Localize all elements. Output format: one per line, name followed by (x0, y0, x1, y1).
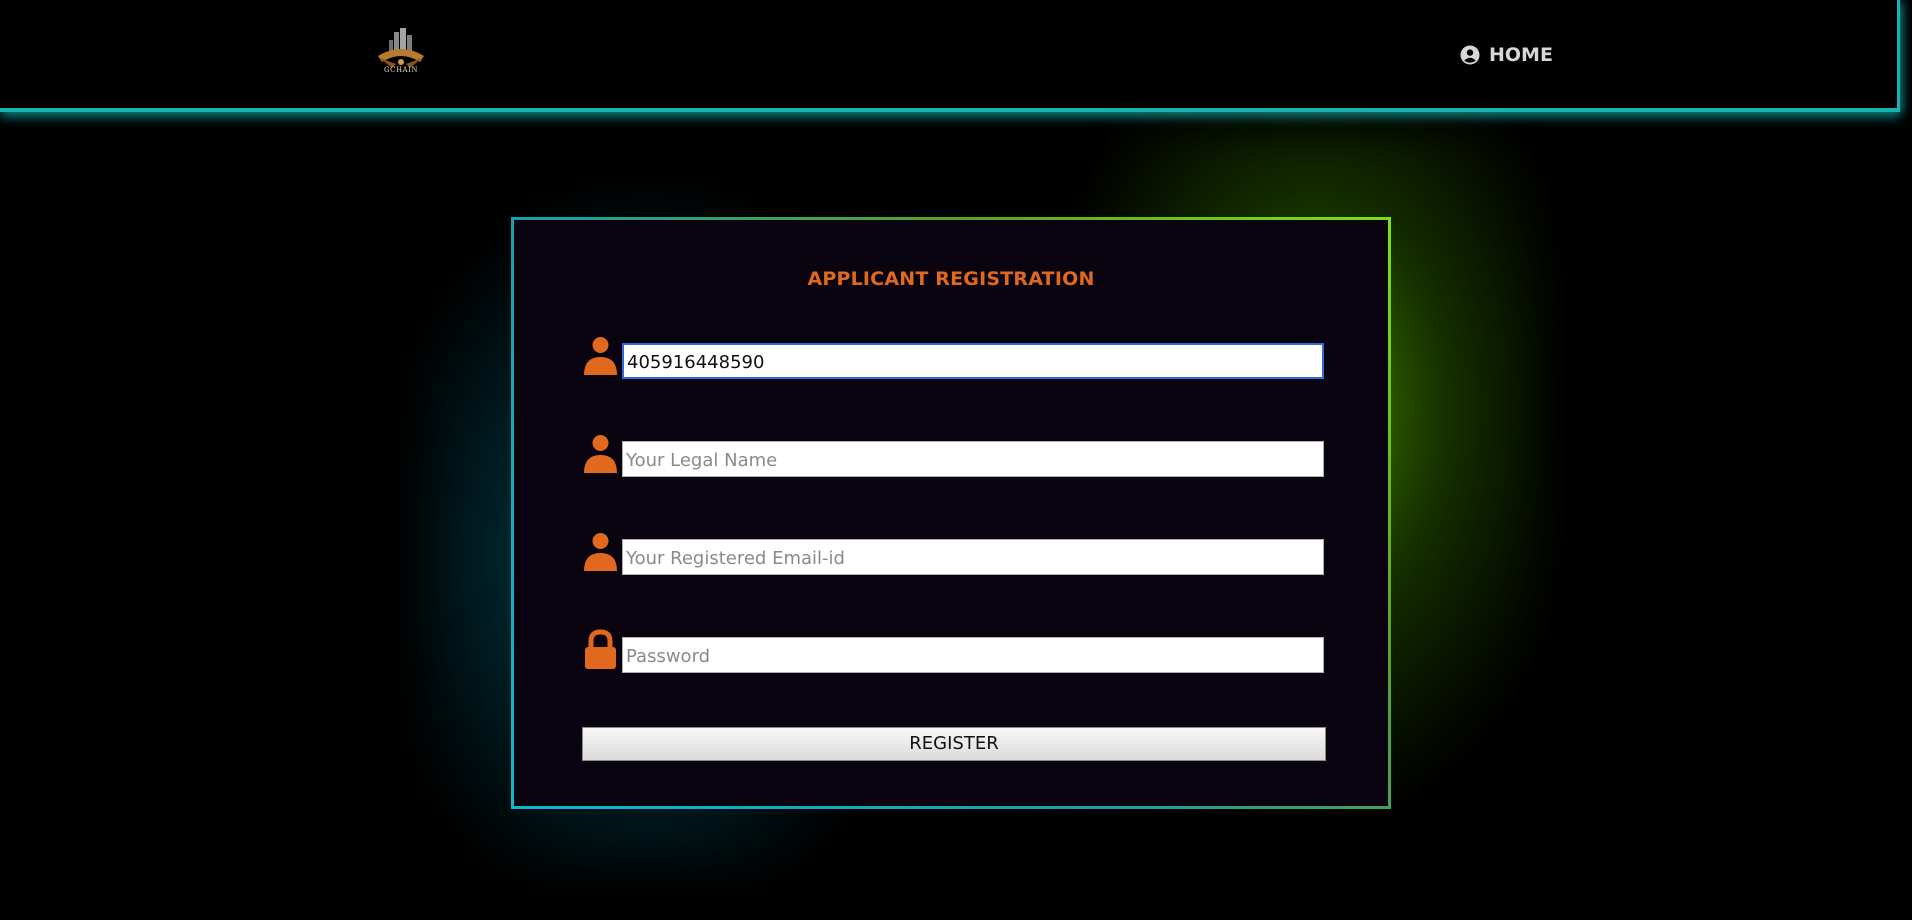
legal-name-input[interactable] (622, 441, 1324, 477)
home-link[interactable]: HOME (1460, 44, 1553, 66)
password-input[interactable] (622, 637, 1324, 673)
home-label: HOME (1489, 44, 1553, 66)
logo[interactable]: GCHAIN (372, 26, 430, 78)
page: GCHAIN HOME APPLICANT REGISTRATION 40591… (0, 0, 1912, 920)
lock-icon (582, 629, 619, 671)
user-circle-icon (1460, 45, 1480, 65)
registration-card: APPLICANT REGISTRATION 405916448590 Your… (511, 217, 1391, 809)
user-icon (582, 433, 619, 475)
form-title: APPLICANT REGISTRATION (807, 268, 1095, 290)
navbar: GCHAIN HOME (0, 0, 1900, 112)
id-number-input[interactable] (622, 343, 1324, 379)
register-button[interactable]: REGISTER (582, 727, 1326, 761)
user-icon (582, 531, 619, 573)
password-field-row (582, 629, 1326, 673)
id-field-row (582, 337, 1326, 379)
logo-text: GCHAIN (384, 66, 418, 74)
email-field-row (582, 533, 1326, 575)
email-input[interactable] (622, 539, 1324, 575)
legal-name-field-row (582, 435, 1326, 477)
user-icon (582, 335, 619, 377)
registration-card-body: APPLICANT REGISTRATION 405916448590 Your… (514, 220, 1388, 806)
